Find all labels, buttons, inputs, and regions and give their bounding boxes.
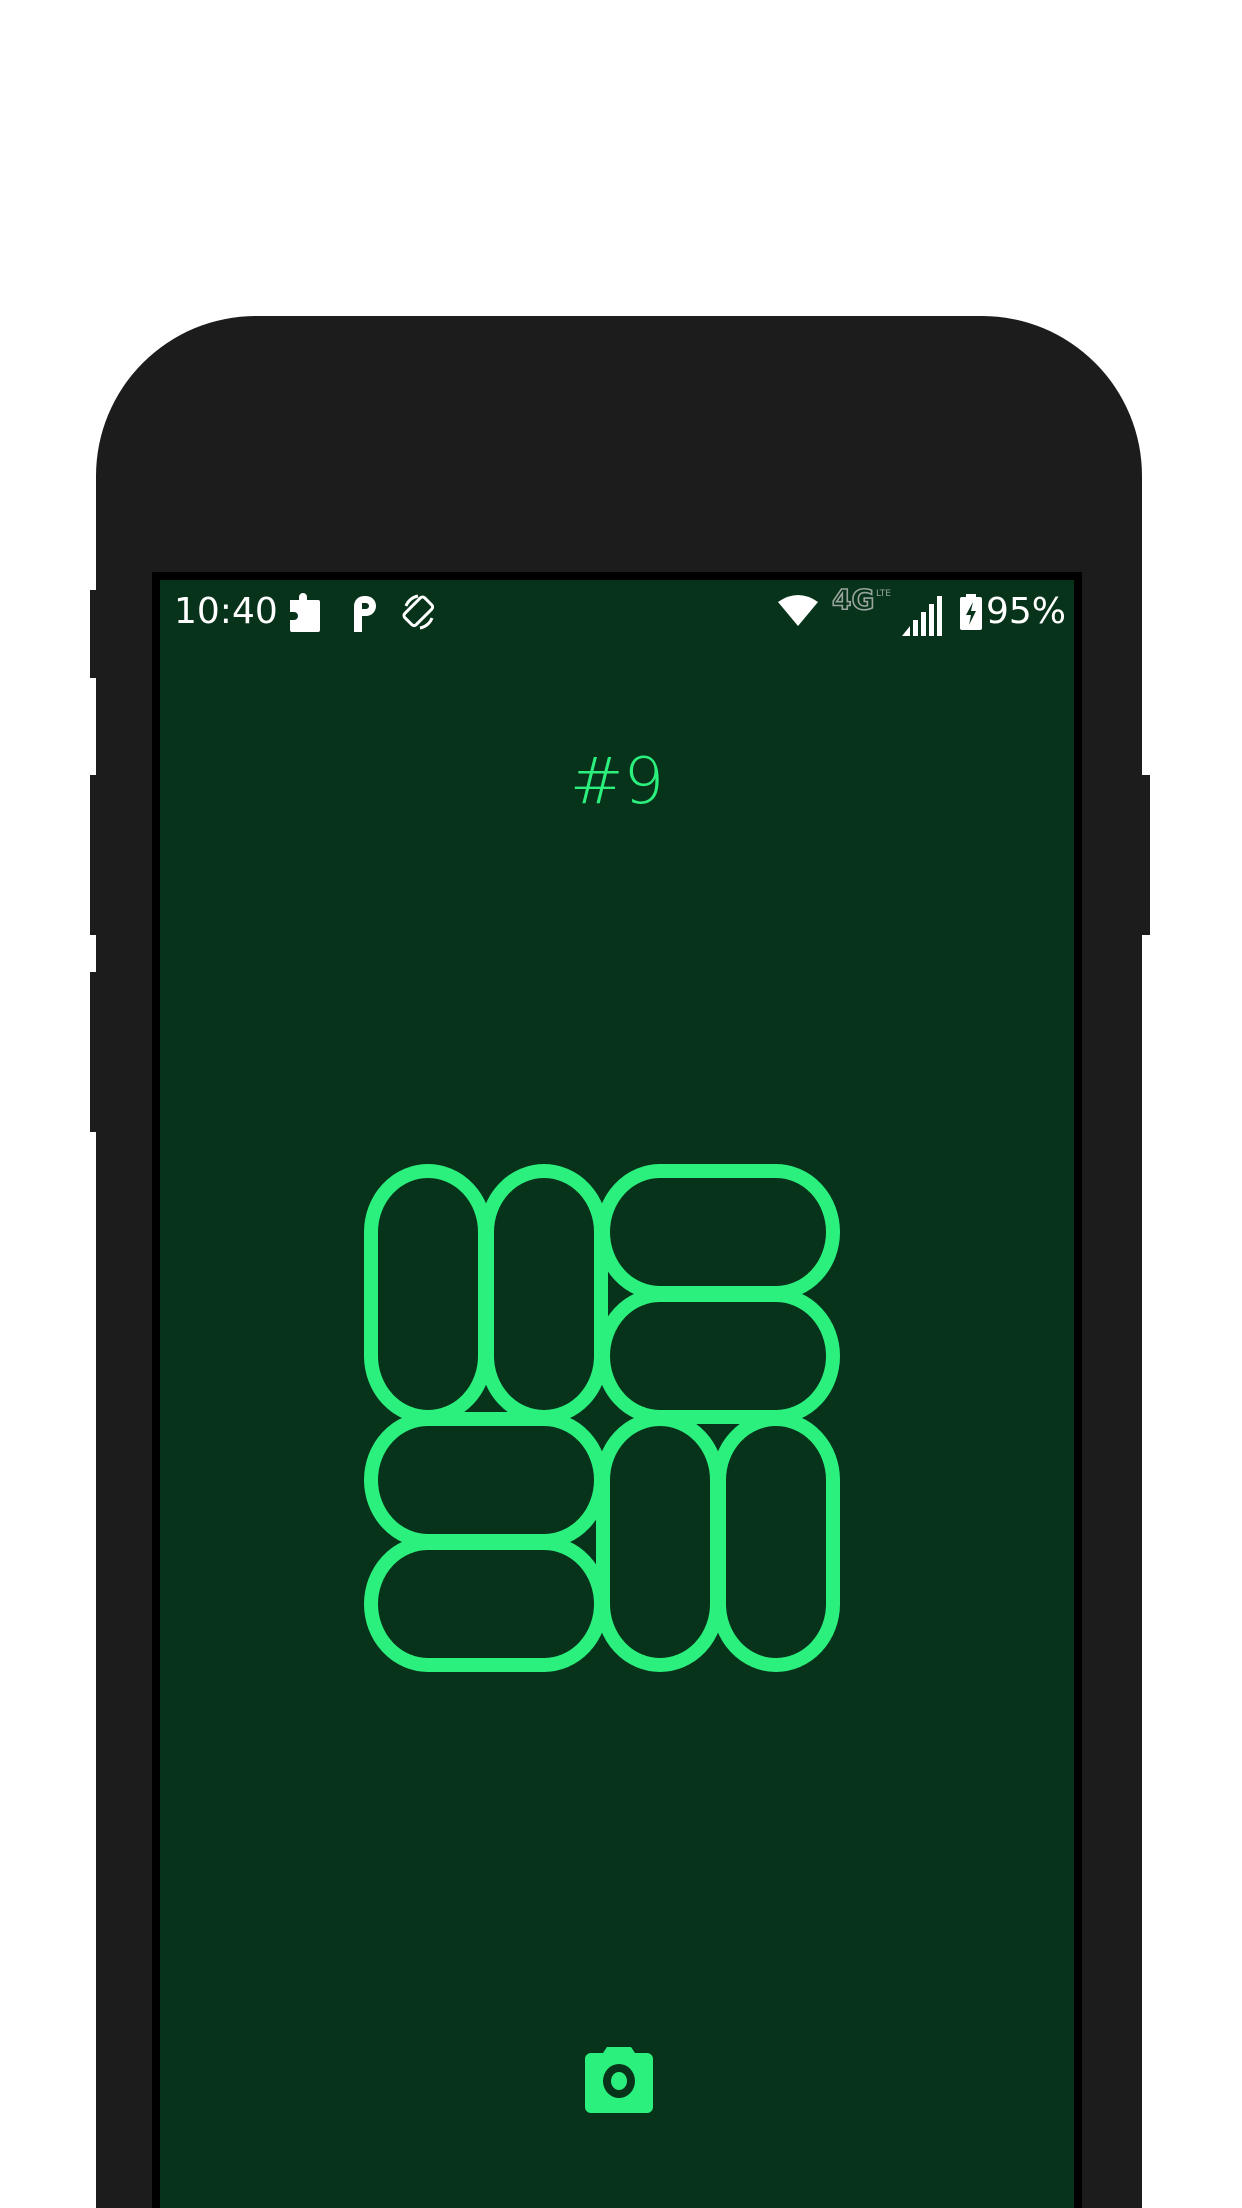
page: 10:40 4G LTE 95% #9 — [0, 0, 1242, 2208]
phone-volume-down-button — [90, 972, 100, 1132]
piece-horizontal-row3-cols1-2[interactable] — [364, 1412, 608, 1548]
puzzle-icon — [286, 590, 322, 634]
piece-horizontal-row2-cols3-4[interactable] — [596, 1288, 840, 1424]
camera-button[interactable] — [583, 2043, 655, 2115]
status-bar: 10:40 4G LTE 95% — [160, 580, 1074, 642]
wifi-icon — [776, 592, 820, 628]
network-type-icon: 4G LTE — [832, 584, 892, 614]
status-time: 10:40 — [174, 591, 278, 632]
phone-power-button — [1138, 775, 1150, 935]
piece-horizontal-row1-cols3-4[interactable] — [596, 1164, 840, 1300]
app-screen: 10:40 4G LTE 95% #9 — [160, 580, 1074, 2208]
piece-vertical-col4-rows3-4[interactable] — [712, 1412, 840, 1672]
puzzle-board[interactable] — [360, 1160, 860, 1705]
battery-percent: 95% — [985, 591, 1066, 632]
network-sub-label: LTE — [876, 589, 891, 599]
camera-icon — [585, 2047, 653, 2113]
piece-vertical-col2-rows1-2[interactable] — [480, 1164, 608, 1424]
phone-side-button — [90, 590, 100, 678]
piece-vertical-col3-rows3-4[interactable] — [596, 1412, 724, 1672]
level-title: #9 — [569, 745, 665, 819]
piece-horizontal-row4-cols1-2[interactable] — [364, 1536, 608, 1672]
parking-icon — [350, 596, 380, 632]
screen-rotation-icon — [400, 592, 438, 632]
network-type-label: 4G — [832, 584, 874, 614]
piece-vertical-col1-rows1-2[interactable] — [364, 1164, 492, 1424]
phone-volume-up-button — [90, 775, 100, 935]
signal-icon — [900, 592, 944, 636]
battery-charging-icon — [960, 594, 982, 630]
